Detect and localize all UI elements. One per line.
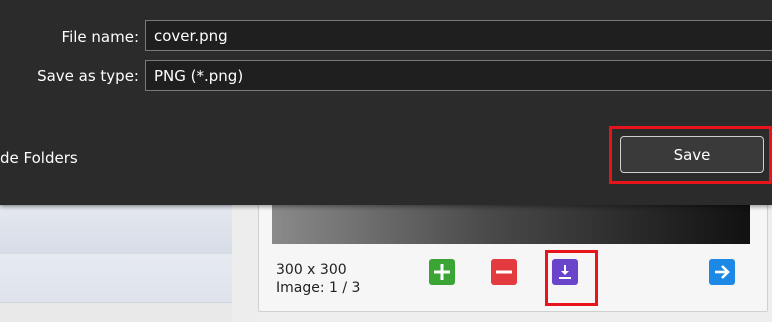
remove-image-button[interactable]: [491, 259, 517, 285]
highlight-download-button: [545, 250, 598, 306]
save-dialog: File name: cover.png Save as type: PNG (…: [0, 0, 772, 205]
image-dimensions: 300 x 300: [276, 262, 347, 278]
image-info: 300 x 300 Image: 1 / 3: [276, 261, 360, 297]
file-name-label: File name:: [61, 28, 139, 46]
highlight-save-button: [609, 126, 772, 184]
hide-folders-toggle[interactable]: de Folders: [0, 149, 78, 167]
minus-icon: [496, 270, 512, 274]
image-index: Image: 1 / 3: [276, 280, 361, 296]
file-name-input[interactable]: cover.png: [145, 20, 772, 51]
save-type-select[interactable]: PNG (*.png): [145, 60, 772, 91]
list-row[interactable]: [0, 254, 232, 303]
arrow-right-icon: [715, 265, 730, 279]
next-image-button[interactable]: [709, 259, 735, 285]
image-preview: [272, 205, 750, 244]
pane-divider: [232, 205, 258, 322]
plus-icon: [434, 264, 450, 280]
save-type-label: Save as type:: [37, 67, 139, 85]
add-image-button[interactable]: [429, 259, 455, 285]
list-row[interactable]: [0, 205, 232, 255]
